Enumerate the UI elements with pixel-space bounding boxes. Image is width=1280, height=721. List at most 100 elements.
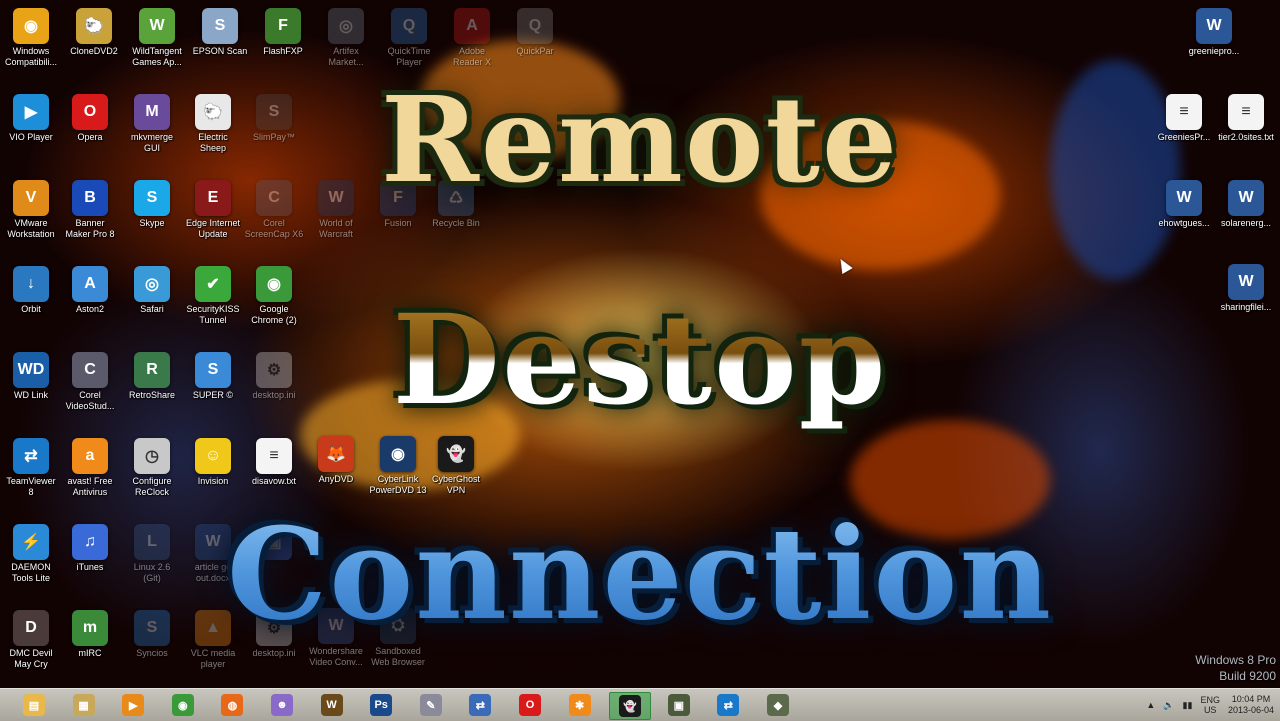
volume-icon[interactable]: 🔊: [1163, 700, 1174, 711]
desktop-icon-label: mIRC: [78, 648, 102, 658]
taskbar-button[interactable]: ⇄: [460, 692, 500, 718]
clock-time: 10:04 PM: [1231, 694, 1271, 704]
desktop-icon-label: Syncios: [136, 648, 168, 658]
desktop-icon[interactable]: S EPSON Scan: [188, 8, 252, 57]
app-icon: 🦊: [318, 436, 354, 472]
taskbar-button[interactable]: ▦: [64, 692, 104, 718]
network-icon: ⇄: [469, 694, 492, 716]
taskbar-button[interactable]: Ps: [361, 692, 401, 718]
desktop-icon[interactable]: ◎ Artifex Market...: [314, 8, 378, 68]
opera-icon: O: [519, 694, 541, 716]
desktop-icon-label: Windows Compatibili...: [4, 46, 58, 67]
app-icon: ⇄: [13, 438, 49, 474]
app-icon: 👻: [438, 436, 474, 472]
desktop-icon-label: Fusion: [384, 218, 412, 228]
taskbar-button[interactable]: ◉: [163, 692, 203, 718]
app-icon: ◉: [380, 436, 416, 472]
taskbar-button[interactable]: ▤: [14, 692, 54, 718]
app-icon: 🐑: [76, 8, 112, 44]
firefox-icon: ◍: [221, 694, 244, 716]
desktop-icon-label: TeamViewer 8: [6, 476, 56, 497]
app-icon: Q: [391, 8, 427, 44]
app-icon: ≡: [256, 438, 292, 474]
taskbar-button[interactable]: ✎: [411, 692, 451, 718]
desktop-icon-label: disavow.txt: [251, 476, 297, 486]
overlay-title-line-1: Remote: [380, 70, 900, 209]
windows-version-watermark: Windows 8 Pro Build 9200: [1195, 652, 1276, 684]
desktop-icon[interactable]: ⇄ TeamViewer 8: [0, 438, 63, 498]
desktop-icon[interactable]: ☺ Invision: [181, 438, 245, 487]
clock-date: 2013-06-04: [1227, 705, 1274, 715]
app-icon: W: [139, 8, 175, 44]
avast-icon: ✱: [568, 694, 591, 716]
taskbar-button[interactable]: ⇄: [708, 692, 748, 718]
tray-expand-icon[interactable]: ▲: [1146, 700, 1155, 710]
desktop-icon-label: CloneDVD2: [70, 46, 118, 56]
clock[interactable]: 10:04 PM 2013-06-04: [1228, 694, 1274, 716]
desktop-icon[interactable]: F FlashFXP: [251, 8, 315, 57]
desktop-icon[interactable]: Q QuickTime Player: [377, 8, 441, 68]
desktop: ◉ Windows Compatibili... 🐑 CloneDVD2 W WildTa…: [0, 0, 1280, 688]
teamviewer-icon: ⇄: [717, 694, 740, 716]
desktop-icon[interactable]: A Adobe Reader X: [440, 8, 504, 68]
desktop-icon-label: Configure ReClock: [132, 476, 172, 497]
taskbar-button[interactable]: ▶: [113, 692, 153, 718]
desktop-icon[interactable]: W WildTangent Games Ap...: [125, 8, 189, 68]
desktop-icon-label: FlashFXP: [263, 46, 303, 56]
watermark-edition: Windows 8 Pro: [1195, 653, 1276, 667]
desktop-icon-label: VMware Workstation: [7, 218, 55, 239]
desktop-icon-label: Skype: [139, 218, 165, 228]
language-indicator[interactable]: ENG US: [1200, 695, 1220, 715]
desktop-icon[interactable]: Q QuickPar: [503, 8, 567, 57]
taskbar-button[interactable]: ◆: [758, 692, 798, 718]
libraries-icon: ▦: [72, 694, 95, 716]
overlay-title-line-3: Connection: [0, 500, 1280, 648]
taskbar-button[interactable]: O: [510, 692, 550, 718]
desktop-icon-label: QuickTime Player: [387, 46, 431, 67]
desktop-icon-label: desktop.ini: [252, 648, 296, 658]
taskbar: ▤ ▦ ▶ ◉ ◍ ☻ W Ps ✎ ⇄ O ✱ 👻 ▣ ⇄ ◆ ▲ 🔊 ▮▮ ENG US 10:04 PM…: [0, 688, 1280, 721]
desktop-icon-label: Recycle Bin: [432, 218, 480, 228]
desktop-icon-label: CyberLink PowerDVD 13: [369, 474, 427, 495]
pidgin-icon: ☻: [271, 694, 293, 716]
taskbar-button[interactable]: ▣: [659, 692, 699, 718]
desktop-icon[interactable]: 🐑 CloneDVD2: [62, 8, 126, 57]
desktop-icon-label: Sandboxed Web Browser: [371, 646, 425, 667]
desktop-icon[interactable]: ≡ disavow.txt: [242, 438, 306, 487]
desktop-icon[interactable]: 🦊 AnyDVD: [304, 436, 368, 485]
desktop-icon-label: CyberGhost VPN: [431, 474, 481, 495]
desktop-icon-label: ehowtgues...: [1158, 218, 1210, 228]
app-icon: Q: [517, 8, 553, 44]
taskbar-button[interactable]: ◍: [212, 692, 252, 718]
tool-icon: ✎: [419, 694, 442, 716]
desktop-icon[interactable]: Wgreeniepro...: [1182, 8, 1246, 57]
app-icon: F: [265, 8, 301, 44]
overlay-title-line-2: Destop: [0, 288, 1280, 433]
desktop-icon[interactable]: a avast! Free Antivirus: [58, 438, 122, 498]
chrome-icon: ◉: [171, 694, 194, 716]
app-icon: ☺: [195, 438, 231, 474]
desktop-icon-label: EPSON Scan: [192, 46, 248, 56]
app-icon: a: [72, 438, 108, 474]
network-status-icon[interactable]: ▮▮: [1183, 700, 1193, 711]
app-icon: ◷: [134, 438, 170, 474]
desktop-icon[interactable]: ◉ Windows Compatibili...: [0, 8, 63, 68]
desktop-icon-label: Banner Maker Pro 8: [65, 218, 115, 239]
desktop-icon-label: VLC media player: [190, 648, 236, 669]
desktop-icon[interactable]: 👻 CyberGhost VPN: [424, 436, 488, 496]
keyboard-region: US: [1203, 705, 1217, 715]
taskbar-button[interactable]: ✱: [560, 692, 600, 718]
taskbar-button[interactable]: W: [312, 692, 352, 718]
desktop-icon-label: Invision: [197, 476, 229, 486]
desktop-icon-label: QuickPar: [516, 46, 554, 56]
desktop-icon-label: avast! Free Antivirus: [67, 476, 113, 497]
desktop-icon[interactable]: ◉ CyberLink PowerDVD 13: [366, 436, 430, 496]
taskbar-button[interactable]: ☻: [262, 692, 302, 718]
media-player-icon: ▶: [122, 694, 145, 716]
taskbar-button[interactable]: 👻: [609, 692, 652, 720]
desktop-icon-label: Wondershare Video Conv...: [309, 646, 363, 667]
watermark-build: Build 9200: [1219, 669, 1276, 683]
system-tray: ▲ 🔊 ▮▮ ENG US 10:04 PM 2013-06-04: [1146, 691, 1274, 719]
desktop-icon[interactable]: ◷ Configure ReClock: [120, 438, 184, 498]
desktop-icon-label: Edge Internet Update: [185, 218, 241, 239]
